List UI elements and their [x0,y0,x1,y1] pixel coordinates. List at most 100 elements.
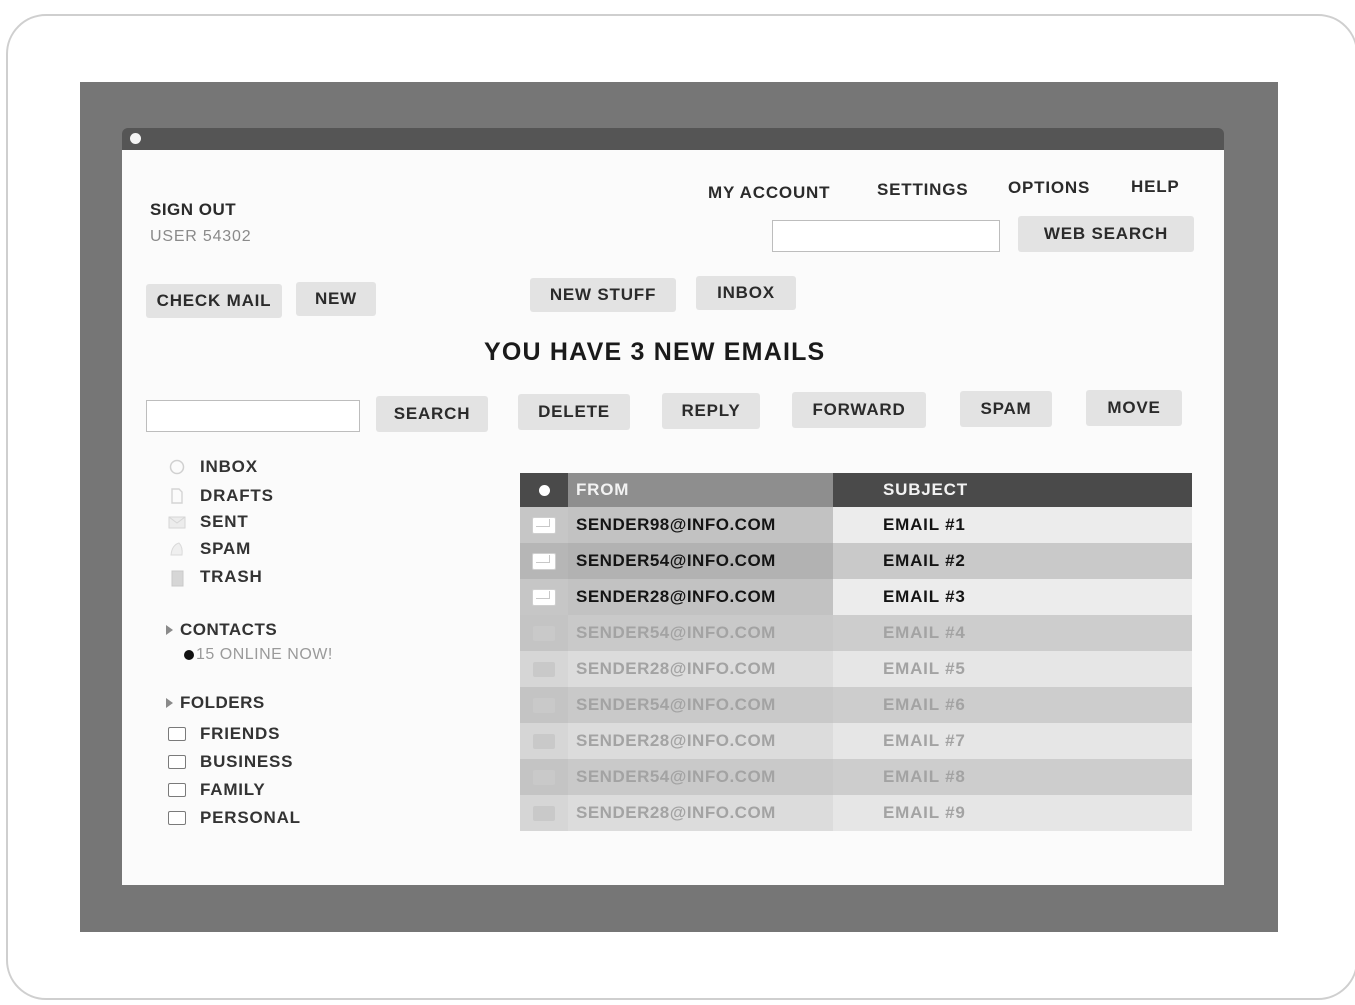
table-header: FROM SUBJECT [520,473,1192,507]
read-envelope-icon [533,697,555,713]
new-button[interactable]: NEW [296,282,376,316]
email-list: SENDER98@INFO.COM EMAIL #1 SENDER54@INFO.C… [520,507,1192,831]
sent-icon [168,514,186,530]
row-from[interactable]: SENDER28@INFO.COM [568,651,833,687]
folder-label: FRIENDS [200,724,281,743]
sidebar-item-label: TRASH [200,567,263,586]
email-app: SIGN OUT USER 54302 MY ACCOUNT SETTINGS … [122,150,1224,885]
contacts-title: CONTACTS [180,620,278,639]
settings-link[interactable]: SETTINGS [877,180,968,200]
help-link[interactable]: HELP [1131,177,1180,197]
triangle-right-icon [166,625,173,635]
web-search-input[interactable] [772,220,1000,252]
triangle-right-icon [166,698,173,708]
contacts-section-toggle[interactable]: CONTACTS [166,620,277,640]
table-row[interactable]: SENDER28@INFO.COM EMAIL #3 [520,579,1192,615]
move-button[interactable]: MOVE [1086,390,1182,426]
options-link[interactable]: OPTIONS [1008,178,1090,198]
row-status[interactable] [520,687,568,723]
delete-button[interactable]: DELETE [518,394,630,430]
check-mail-button[interactable]: CHECK MAIL [146,284,282,318]
sidebar-item-sent[interactable]: SENT [168,510,249,534]
table-row[interactable]: SENDER54@INFO.COM EMAIL #8 [520,759,1192,795]
folder-item-business[interactable]: BUSINESS [168,750,293,774]
unread-envelope-icon [532,588,556,606]
read-envelope-icon [533,769,555,785]
table-row[interactable]: SENDER54@INFO.COM EMAIL #2 [520,543,1192,579]
row-subject[interactable]: EMAIL #3 [833,579,1192,615]
contacts-online-status[interactable]: 15 ONLINE NOW! [184,646,333,664]
folder-icon [168,727,186,741]
row-from[interactable]: SENDER28@INFO.COM [568,723,833,759]
column-header-subject[interactable]: SUBJECT [833,473,1192,507]
web-search-button[interactable]: WEB SEARCH [1018,216,1194,252]
table-row[interactable]: SENDER54@INFO.COM EMAIL #6 [520,687,1192,723]
new-emails-banner: YOU HAVE 3 NEW EMAILS [484,338,826,366]
select-all-toggle[interactable] [520,473,568,507]
row-subject[interactable]: EMAIL #9 [833,795,1192,831]
row-from[interactable]: SENDER54@INFO.COM [568,615,833,651]
table-row[interactable]: SENDER28@INFO.COM EMAIL #7 [520,723,1192,759]
table-row[interactable]: SENDER98@INFO.COM EMAIL #1 [520,507,1192,543]
row-status[interactable] [520,579,568,615]
sidebar-item-trash[interactable]: TRASH [168,565,263,589]
read-envelope-icon [533,733,555,749]
sidebar-item-spam[interactable]: SPAM [168,537,251,561]
row-status[interactable] [520,615,568,651]
folder-item-family[interactable]: FAMILY [168,778,266,802]
folder-icon [168,811,186,825]
row-subject[interactable]: EMAIL #2 [833,543,1192,579]
row-subject[interactable]: EMAIL #4 [833,615,1192,651]
spam-button[interactable]: SPAM [960,391,1052,427]
row-status[interactable] [520,543,568,579]
row-subject[interactable]: EMAIL #6 [833,687,1192,723]
read-envelope-icon [533,805,555,821]
row-from[interactable]: SENDER28@INFO.COM [568,795,833,831]
table-row[interactable]: SENDER28@INFO.COM EMAIL #9 [520,795,1192,831]
row-status[interactable] [520,507,568,543]
row-status[interactable] [520,723,568,759]
folder-item-friends[interactable]: FRIENDS [168,722,280,746]
mail-search-input[interactable] [146,400,360,432]
new-stuff-button[interactable]: NEW STUFF [530,278,676,312]
user-id: USER 54302 [150,228,252,245]
row-subject[interactable]: EMAIL #8 [833,759,1192,795]
row-subject[interactable]: EMAIL #5 [833,651,1192,687]
row-status[interactable] [520,651,568,687]
read-envelope-icon [533,625,555,641]
window-titlebar [122,128,1224,150]
row-from[interactable]: SENDER54@INFO.COM [568,543,833,579]
row-subject[interactable]: EMAIL #1 [833,507,1192,543]
sidebar-item-label: DRAFTS [200,486,274,505]
window-dot-icon [130,133,141,144]
my-account-link[interactable]: MY ACCOUNT [708,183,830,203]
email-table: FROM SUBJECT SENDER98@INFO.COM EMAIL #1 SE… [520,473,1192,831]
row-subject[interactable]: EMAIL #7 [833,723,1192,759]
reply-button[interactable]: REPLY [662,393,760,429]
row-from[interactable]: SENDER98@INFO.COM [568,507,833,543]
spam-icon [168,541,186,557]
column-header-from[interactable]: FROM [568,473,833,507]
row-from[interactable]: SENDER54@INFO.COM [568,687,833,723]
search-button[interactable]: SEARCH [376,396,488,432]
table-row[interactable]: SENDER28@INFO.COM EMAIL #5 [520,651,1192,687]
row-status[interactable] [520,795,568,831]
folder-label: FAMILY [200,780,266,799]
select-all-dot-icon [538,484,550,496]
sidebar-item-label: SPAM [200,539,252,558]
folder-label: PERSONAL [200,808,301,827]
sign-out-link[interactable]: SIGN OUT [150,200,236,220]
forward-button[interactable]: FORWARD [792,392,926,428]
table-row[interactable]: SENDER54@INFO.COM EMAIL #4 [520,615,1192,651]
inbox-button[interactable]: INBOX [696,276,796,310]
sidebar-item-label: INBOX [200,457,258,476]
row-from[interactable]: SENDER54@INFO.COM [568,759,833,795]
folder-item-personal[interactable]: PERSONAL [168,806,301,830]
row-status[interactable] [520,759,568,795]
sidebar-item-inbox[interactable]: INBOX [168,455,258,479]
contacts-online-label: 15 ONLINE NOW! [196,646,333,663]
unread-envelope-icon [532,552,556,570]
folders-section-toggle[interactable]: FOLDERS [166,693,265,713]
row-from[interactable]: SENDER28@INFO.COM [568,579,833,615]
sidebar-item-drafts[interactable]: DRAFTS [168,484,274,508]
